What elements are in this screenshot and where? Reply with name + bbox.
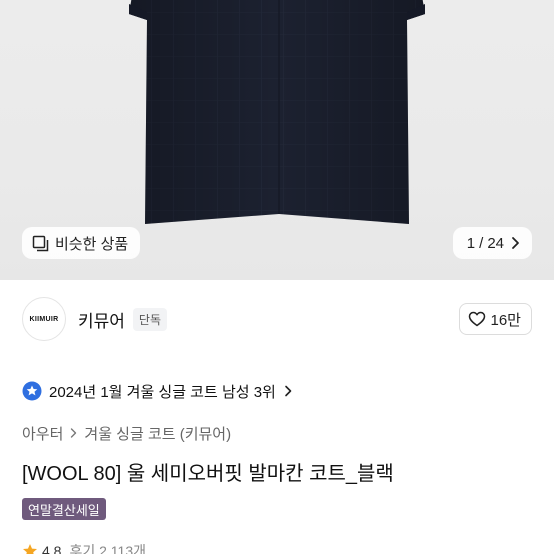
similar-items-icon (32, 235, 49, 251)
ranking-medal-icon (22, 381, 42, 401)
brand-row: KIIMUIR 키뮤어 단독 16만 (0, 296, 554, 342)
ranking-link[interactable]: 2024년 1월 겨울 싱글 코트 남성 3위 (22, 378, 293, 404)
sale-badge: 연말결산세일 (22, 498, 106, 520)
chevron-right-icon (285, 385, 292, 397)
product-title: [WOOL 80] 울 세미오버핏 발마칸 코트_블랙 (22, 463, 394, 485)
similar-products-button[interactable]: 비슷한 상품 (22, 227, 141, 259)
review-count: 후기 2,113개 (69, 543, 146, 554)
rating-value: 4.8 (42, 543, 62, 554)
pager-total: 24 (487, 234, 504, 252)
product-image-gallery[interactable]: 비슷한 상품 1 / 24 (0, 0, 554, 280)
brand-name[interactable]: 키뮤어 (78, 307, 125, 332)
exclusive-badge: 단독 (132, 307, 168, 331)
pager-separator: / (479, 234, 484, 252)
breadcrumb: 아우터 겨울 싱글 코트 (키뮤어) (22, 422, 231, 444)
coat-product-image (129, 0, 425, 224)
similar-products-label: 비슷한 상품 (55, 235, 129, 253)
rating-row[interactable]: 4.8 후기 2,113개 (22, 540, 146, 554)
ranking-text: 2024년 1월 겨울 싱글 코트 남성 3위 (49, 383, 276, 401)
breadcrumb-category[interactable]: 아우터 (22, 423, 63, 444)
breadcrumb-subcategory[interactable]: 겨울 싱글 코트 (키뮤어) (84, 423, 231, 444)
like-count: 16만 (490, 311, 522, 329)
pager-current: 1 (466, 234, 476, 252)
brand-logo[interactable]: KIIMUIR (22, 297, 66, 341)
star-icon (23, 544, 37, 554)
image-pager-button[interactable]: 1 / 24 (452, 227, 532, 259)
chevron-right-icon (512, 237, 519, 249)
like-button[interactable]: 16만 (458, 303, 532, 335)
chevron-right-icon (71, 428, 77, 438)
heart-icon (468, 311, 485, 327)
